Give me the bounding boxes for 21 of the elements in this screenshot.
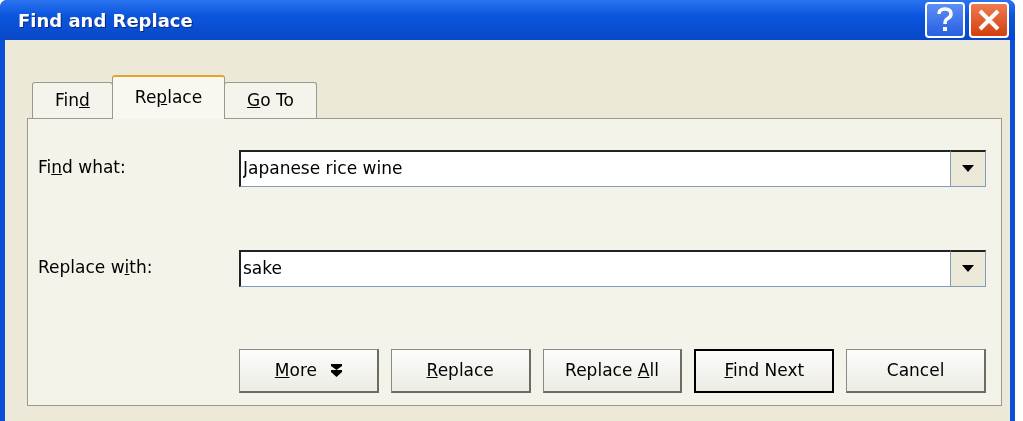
button[interactable]: Find Next bbox=[694, 349, 835, 393]
tab[interactable]: Go To bbox=[224, 82, 317, 118]
help-icon bbox=[936, 7, 954, 33]
window-title: Find and Replace bbox=[18, 8, 193, 33]
help-button[interactable] bbox=[925, 2, 965, 38]
button[interactable]: Replace All bbox=[542, 349, 683, 393]
close-button[interactable] bbox=[969, 2, 1009, 38]
dropdown-button[interactable] bbox=[950, 149, 986, 187]
close-icon bbox=[977, 8, 1001, 32]
caret-icon bbox=[962, 265, 974, 272]
dropdown-button[interactable] bbox=[950, 249, 986, 287]
text-field[interactable]: sake bbox=[239, 249, 950, 287]
tab[interactable]: Find bbox=[32, 82, 113, 118]
button[interactable]: Cancel bbox=[846, 349, 986, 393]
double-chevron-icon bbox=[330, 364, 342, 377]
caret-icon bbox=[962, 165, 974, 172]
more-button[interactable]: More bbox=[239, 349, 379, 393]
tab[interactable]: Replace bbox=[111, 75, 226, 119]
field-label: Find what: bbox=[38, 156, 127, 180]
field-label: Replace with: bbox=[38, 256, 154, 280]
button[interactable]: Replace bbox=[390, 349, 531, 393]
